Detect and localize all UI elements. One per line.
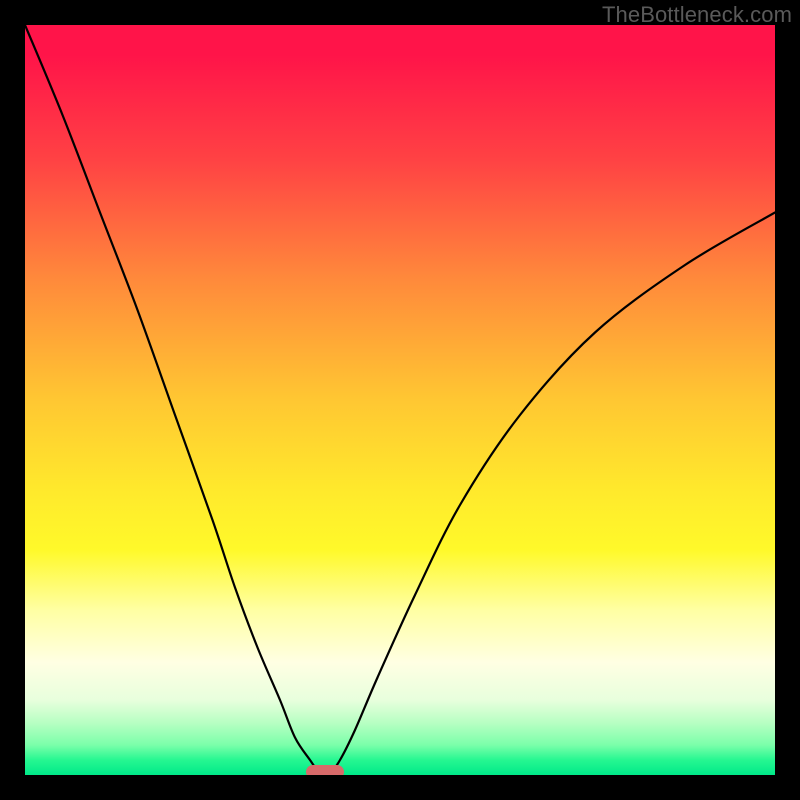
curve-svg: [25, 25, 775, 775]
bottleneck-curve-path: [25, 25, 775, 775]
optimal-marker: [306, 765, 344, 775]
plot-area: [25, 25, 775, 775]
chart-frame: TheBottleneck.com: [0, 0, 800, 800]
